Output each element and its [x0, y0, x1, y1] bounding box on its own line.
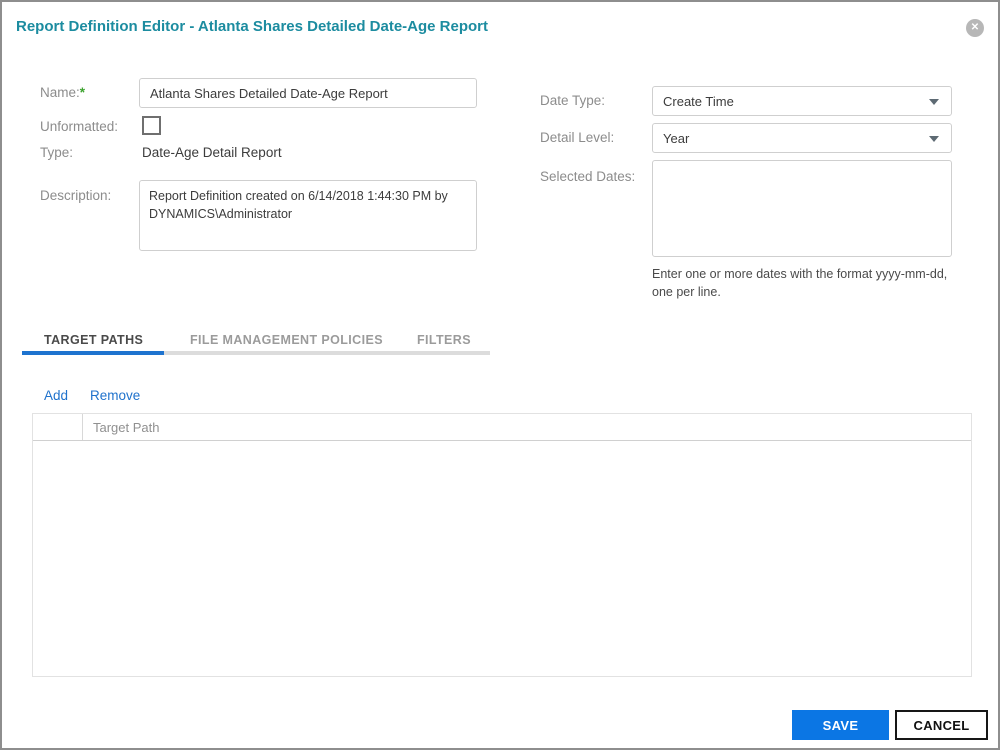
table-header-row: Target Path	[33, 414, 971, 441]
tab-file-management-policies[interactable]: FILE MANAGEMENT POLICIES	[190, 333, 383, 347]
name-label: Name:*	[40, 85, 85, 100]
cancel-button[interactable]: CANCEL	[895, 710, 988, 740]
detail-level-selected-value: Year	[663, 130, 690, 146]
description-label: Description:	[40, 188, 112, 203]
type-label: Type:	[40, 145, 74, 160]
tab-underline-track	[22, 351, 490, 355]
table-header-select-column	[33, 414, 83, 440]
unformatted-label: Unformatted:	[40, 119, 119, 134]
name-label-text: Name:	[40, 85, 80, 100]
selected-dates-hint: Enter one or more dates with the format …	[652, 267, 948, 300]
tab-filters[interactable]: FILTERS	[417, 333, 471, 347]
type-value: Date-Age Detail Report	[142, 145, 282, 160]
save-button[interactable]: SAVE	[792, 710, 889, 740]
table-body-empty	[33, 442, 971, 676]
description-textarea[interactable]: Report Definition created on 6/14/2018 1…	[139, 180, 477, 251]
detail-level-select[interactable]: Year	[652, 123, 952, 153]
selected-dates-textarea[interactable]	[652, 160, 952, 257]
unformatted-checkbox[interactable]	[142, 116, 161, 135]
target-path-table: Target Path	[32, 413, 972, 677]
detail-level-label: Detail Level:	[540, 130, 615, 145]
report-definition-editor-dialog: Report Definition Editor - Atlanta Share…	[0, 0, 1000, 750]
required-asterisk: *	[79, 85, 86, 100]
table-header-target-path[interactable]: Target Path	[83, 420, 160, 435]
chevron-down-icon	[929, 99, 939, 105]
date-type-label: Date Type:	[540, 93, 606, 108]
tab-target-paths[interactable]: TARGET PATHS	[44, 333, 143, 347]
dialog-title: Report Definition Editor - Atlanta Share…	[16, 18, 488, 35]
date-type-select[interactable]: Create Time	[652, 86, 952, 116]
close-icon[interactable]: ✕	[966, 19, 984, 37]
active-tab-underline	[22, 351, 164, 355]
chevron-down-icon	[929, 136, 939, 142]
date-type-selected-value: Create Time	[663, 93, 734, 109]
selected-dates-label: Selected Dates:	[540, 169, 636, 184]
add-link[interactable]: Add	[44, 388, 68, 403]
remove-link[interactable]: Remove	[90, 388, 140, 403]
name-input[interactable]	[139, 78, 477, 108]
